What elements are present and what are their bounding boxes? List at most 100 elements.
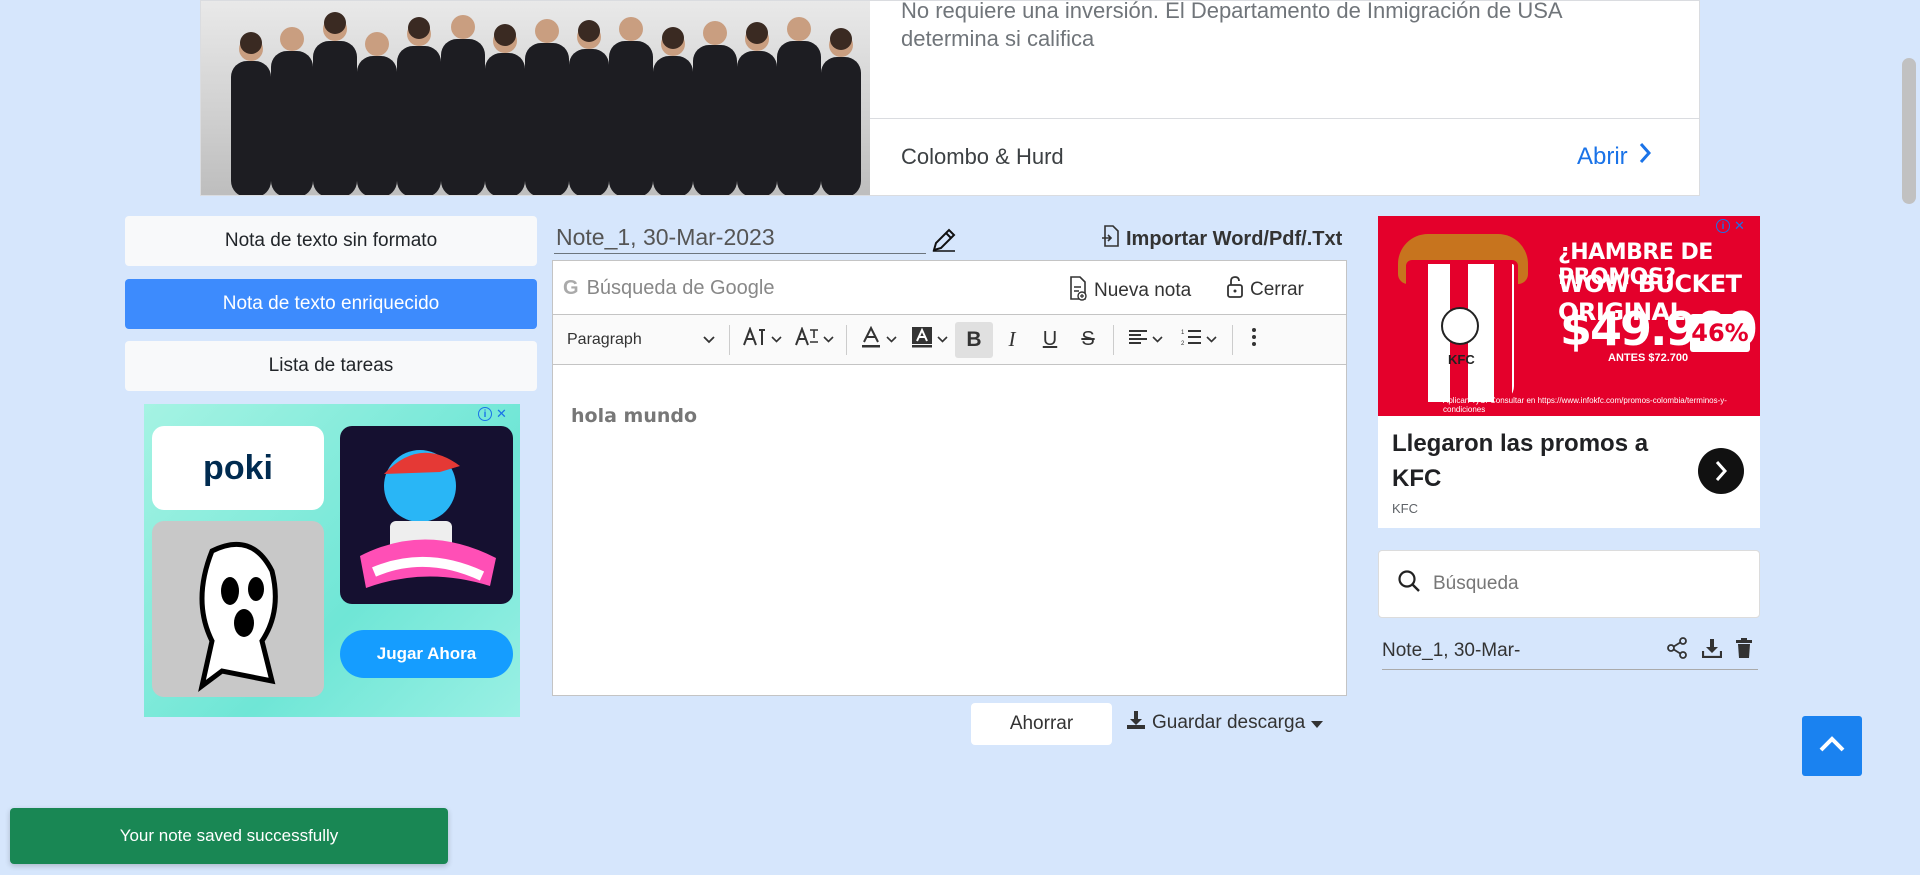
chevron-down-icon: [770, 334, 782, 346]
chevron-right-icon: [1638, 142, 1652, 171]
font-color-dropdown[interactable]: [853, 322, 903, 358]
font-family-icon: [794, 326, 819, 352]
google-search-input[interactable]: G Búsqueda de Google: [563, 271, 1043, 305]
notes-search-input[interactable]: Búsqueda: [1378, 550, 1760, 618]
plain-text-note-button[interactable]: Nota de texto sin formato: [125, 216, 537, 266]
google-search-placeholder: Búsqueda de Google: [586, 276, 775, 299]
close-icon[interactable]: ✕: [496, 406, 507, 422]
kfc-legal-text: Aplican TyC. Consultar en https://www.in…: [1443, 396, 1727, 414]
trash-icon[interactable]: [1736, 637, 1752, 664]
poki-logo[interactable]: poki: [152, 426, 324, 510]
info-icon: i: [1716, 219, 1730, 233]
kfc-before-price: ANTES $72.700: [1608, 352, 1689, 364]
toolbar-divider: [729, 324, 730, 355]
alignment-dropdown[interactable]: [1120, 322, 1170, 358]
save-button[interactable]: Ahorrar: [971, 703, 1112, 745]
pencil-icon[interactable]: [930, 226, 958, 254]
ad-open-label: Abrir: [1577, 142, 1628, 170]
numbered-list-dropdown[interactable]: 12: [1170, 322, 1226, 358]
svg-text:2: 2: [1181, 341, 1185, 346]
close-icon[interactable]: ✕: [1734, 218, 1745, 234]
chevron-down-icon: [822, 334, 834, 346]
right-kfc-ad[interactable]: KFC ¿HAMBRE DE PROMOS? WOW BUCKET ORIGIN…: [1378, 216, 1760, 528]
ad-description: No requiere una inversión. El Departamen…: [901, 0, 1562, 51]
chevron-down-icon: [1151, 334, 1163, 346]
editor-top-bar: G Búsqueda de Google Nueva nota Cerrar: [553, 261, 1346, 315]
top-banner-ad[interactable]: No requiere una inversión. El Departamen…: [200, 0, 1700, 196]
svg-text:KFC: KFC: [1448, 352, 1475, 367]
font-color-icon: [860, 325, 882, 353]
bucket-graphic: KFC: [1406, 260, 1518, 406]
ad-divider: [870, 118, 1699, 119]
close-note-button[interactable]: Cerrar: [1226, 275, 1304, 305]
chevron-down-icon: [936, 334, 948, 346]
import-document-link[interactable]: Importar Word/Pdf/.Txt: [1100, 224, 1342, 254]
ad-choices[interactable]: i ✕: [478, 406, 507, 422]
strikethrough-icon: S: [1081, 328, 1095, 350]
notes-search-placeholder: Búsqueda: [1433, 573, 1519, 594]
kfc-ad-title[interactable]: Llegaron las promos a KFC: [1392, 426, 1672, 496]
bold-icon: B: [966, 327, 982, 351]
ad-advertiser[interactable]: Colombo & Hurd: [901, 144, 1064, 170]
download-icon: [1126, 710, 1146, 736]
underline-button[interactable]: U: [1031, 322, 1069, 358]
font-size-dropdown[interactable]: [736, 322, 788, 358]
success-toast: Your note saved successfully: [10, 808, 448, 864]
share-icon[interactable]: [1666, 636, 1688, 665]
chevron-up-icon: [1818, 735, 1846, 758]
search-icon: [1397, 569, 1421, 599]
note-actions: [1666, 636, 1758, 665]
new-note-button[interactable]: Nueva nota: [1068, 275, 1191, 307]
poki-logo-text: poki: [203, 448, 273, 487]
align-left-icon: [1128, 329, 1148, 350]
toolbar-divider: [1113, 324, 1114, 355]
play-now-button[interactable]: Jugar Ahora: [340, 630, 513, 678]
block-format-select[interactable]: Paragraph: [553, 322, 723, 358]
chevron-right-icon[interactable]: [1698, 448, 1744, 494]
rich-text-editor: G Búsqueda de Google Nueva nota Cerrar P…: [552, 260, 1347, 696]
scroll-to-top-button[interactable]: [1802, 716, 1862, 776]
left-game-ad[interactable]: i ✕ poki Jugar Ahora: [144, 404, 520, 717]
info-icon: i: [478, 407, 492, 421]
caret-down-icon: [1311, 712, 1324, 734]
chevron-down-icon: [1205, 334, 1217, 346]
formatting-toolbar: Paragraph B I U S 1 2: [553, 315, 1346, 365]
strikethrough-button[interactable]: S: [1069, 322, 1107, 358]
scrollbar-thumb[interactable]: [1902, 58, 1916, 204]
kfc-ad-image: KFC ¿HAMBRE DE PROMOS? WOW BUCKET ORIGIN…: [1378, 216, 1760, 416]
google-icon: G: [563, 276, 579, 299]
font-family-dropdown[interactable]: [788, 322, 840, 358]
ad-open-link[interactable]: Abrir: [1577, 142, 1652, 171]
numbered-list-icon: 12: [1180, 328, 1202, 351]
list-item[interactable]: Note_1, 30-Mar-: [1382, 632, 1758, 670]
kfc-discount-badge: 46%: [1690, 314, 1750, 352]
game-thumbnail-ghost[interactable]: [152, 521, 324, 697]
import-label: Importar Word/Pdf/.Txt: [1126, 227, 1343, 250]
rich-text-note-button[interactable]: Nota de texto enriquecido: [125, 279, 537, 329]
more-vertical-icon: [1251, 327, 1257, 352]
save-download-dropdown[interactable]: Guardar descarga: [1126, 710, 1324, 736]
italic-button[interactable]: I: [993, 322, 1031, 358]
note-list-title[interactable]: Note_1, 30-Mar-: [1382, 640, 1520, 662]
svg-text:1: 1: [1181, 330, 1185, 336]
highlight-color-dropdown[interactable]: [903, 322, 955, 358]
toolbar-divider: [846, 324, 847, 355]
note-title[interactable]: Note_1, 30-Mar-2023: [554, 222, 926, 254]
more-options-button[interactable]: [1239, 322, 1269, 358]
editor-content-area[interactable]: hola mundo: [553, 365, 1346, 695]
block-format-value: Paragraph: [567, 330, 642, 348]
italic-icon: I: [1008, 327, 1016, 351]
lock-icon: [1226, 275, 1244, 305]
editor-paragraph: hola mundo: [571, 405, 698, 427]
import-file-icon: [1100, 224, 1120, 254]
game-thumbnail-friday-night-funkin[interactable]: [340, 426, 513, 604]
task-list-button[interactable]: Lista de tareas: [125, 341, 537, 391]
bold-button[interactable]: B: [955, 321, 993, 358]
ad-choices[interactable]: i ✕: [1716, 218, 1745, 234]
toolbar-divider: [1232, 324, 1233, 355]
new-document-icon: [1068, 275, 1088, 307]
chevron-down-icon: [885, 334, 897, 346]
underline-icon: U: [1042, 328, 1058, 350]
download-icon[interactable]: [1701, 638, 1723, 664]
close-label: Cerrar: [1250, 279, 1304, 300]
